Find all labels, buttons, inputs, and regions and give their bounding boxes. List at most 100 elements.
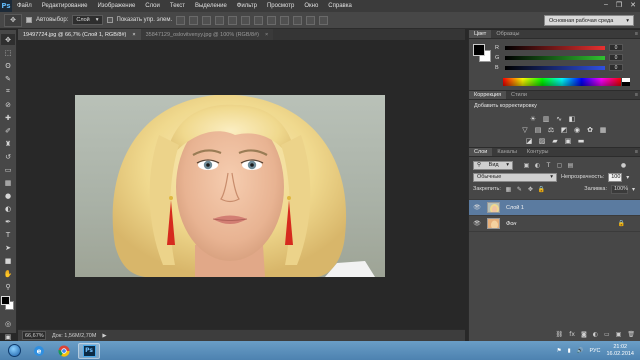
- channel-r-value[interactable]: 0: [609, 44, 623, 51]
- type-tool-icon[interactable]: T: [1, 229, 15, 240]
- color-balance-icon[interactable]: ⚖: [547, 126, 555, 134]
- tab-swatches[interactable]: Образцы: [491, 30, 524, 38]
- close-icon[interactable]: ✕: [630, 1, 636, 9]
- menu-filter[interactable]: Фильтр: [232, 3, 262, 9]
- link-layers-icon[interactable]: ⛓: [556, 331, 564, 338]
- tab-paths[interactable]: Контуры: [522, 148, 554, 156]
- filter-shape-icon[interactable]: ▢: [556, 162, 563, 169]
- foreground-color-swatch[interactable]: [473, 44, 485, 56]
- filter-smart-icon[interactable]: ▤: [567, 162, 574, 169]
- new-adjustment-icon[interactable]: ◐: [593, 331, 598, 338]
- tab-styles[interactable]: Стили: [506, 91, 532, 99]
- gradient-map-icon[interactable]: ▬: [577, 137, 585, 145]
- clone-stamp-tool-icon[interactable]: ♜: [1, 138, 15, 149]
- color-lookup-icon[interactable]: ▦: [599, 126, 607, 134]
- layer-style-icon[interactable]: fx: [569, 331, 575, 338]
- new-layer-icon[interactable]: ▣: [616, 331, 622, 338]
- invert-icon[interactable]: ◪: [525, 137, 533, 145]
- brightness-contrast-icon[interactable]: ☀: [529, 115, 537, 123]
- language-indicator[interactable]: РУС: [589, 348, 600, 354]
- panel-menu-icon[interactable]: ≡: [635, 148, 640, 156]
- menu-image[interactable]: Изображение: [92, 3, 140, 9]
- filter-toggle-icon[interactable]: ●: [620, 162, 627, 169]
- tab-color[interactable]: Цвет: [469, 30, 492, 38]
- tab-channels[interactable]: Каналы: [492, 148, 522, 156]
- levels-icon[interactable]: ▥: [542, 115, 550, 123]
- layer-row-background[interactable]: 👁 Фон 🔒: [469, 216, 640, 232]
- taskbar-ie[interactable]: e: [28, 343, 50, 359]
- autoselect-dropdown[interactable]: Слой ▾: [72, 15, 103, 25]
- healing-tool-icon[interactable]: ✚: [1, 112, 15, 123]
- slider-b[interactable]: B 0: [495, 64, 623, 71]
- delete-layer-icon[interactable]: 🗑: [627, 331, 635, 338]
- clock[interactable]: 21:02 16.02.2014: [606, 344, 634, 357]
- distribute-bottom-icon[interactable]: [280, 15, 290, 25]
- filter-type-icon[interactable]: T: [545, 162, 552, 169]
- flag-icon[interactable]: ⚑: [557, 348, 562, 354]
- foreground-color-swatch[interactable]: [1, 296, 10, 305]
- lock-all-icon[interactable]: 🔒: [538, 186, 545, 193]
- color-spectrum[interactable]: [503, 78, 621, 86]
- blur-tool-icon[interactable]: ●: [1, 190, 15, 201]
- quick-mask-icon[interactable]: ◎: [1, 318, 15, 329]
- channel-mixer-icon[interactable]: ✿: [586, 126, 594, 134]
- menu-window[interactable]: Окно: [299, 3, 323, 9]
- hue-saturation-icon[interactable]: ▤: [534, 126, 542, 134]
- color-fg-bg[interactable]: [473, 44, 493, 64]
- document-image[interactable]: [75, 95, 385, 277]
- photoshop-logo[interactable]: Ps: [0, 0, 12, 12]
- canvas-area[interactable]: [18, 40, 465, 327]
- distribute-right-icon[interactable]: [319, 15, 329, 25]
- taskbar-photoshop[interactable]: Ps: [78, 342, 100, 359]
- lock-pixels-icon[interactable]: ✎: [516, 186, 523, 193]
- slider-r[interactable]: R 0: [495, 44, 623, 51]
- workspace-dropdown[interactable]: Основная рабочая среда ▾: [544, 15, 634, 26]
- brush-tool-icon[interactable]: ✐: [1, 125, 15, 136]
- curves-icon[interactable]: ∿: [555, 115, 563, 123]
- zoom-field[interactable]: 66,67%: [22, 331, 46, 340]
- menu-file[interactable]: Файл: [12, 3, 37, 9]
- menu-edit[interactable]: Редактирование: [37, 3, 93, 9]
- align-hcenter-icon[interactable]: [228, 15, 238, 25]
- tab-layers[interactable]: Слои: [469, 148, 493, 156]
- shape-tool-icon[interactable]: ■: [1, 255, 15, 266]
- path-select-tool-icon[interactable]: ➤: [1, 242, 15, 253]
- eraser-tool-icon[interactable]: ▭: [1, 164, 15, 175]
- distribute-hcenter-icon[interactable]: [306, 15, 316, 25]
- quick-select-tool-icon[interactable]: ✎: [1, 73, 15, 84]
- eye-icon[interactable]: 👁: [473, 204, 481, 211]
- crop-tool-icon[interactable]: ⌗: [1, 86, 15, 97]
- zoom-tool-icon[interactable]: ⚲: [1, 281, 15, 292]
- fill-input[interactable]: 100%: [610, 184, 628, 194]
- gradient-tool-icon[interactable]: ▦: [1, 177, 15, 188]
- doc-tab-inactive[interactable]: 35847129_oslovitvenyy.jpg @ 100% (RGB/8#…: [140, 29, 274, 40]
- color-swatches[interactable]: [1, 296, 15, 312]
- volume-icon[interactable]: 🔊: [577, 348, 584, 354]
- selective-color-icon[interactable]: ▣: [564, 137, 572, 145]
- layer-name[interactable]: Слой 1: [506, 205, 524, 211]
- channel-b-value[interactable]: 0: [609, 64, 623, 71]
- autoselect-checkbox[interactable]: [26, 17, 32, 23]
- eyedropper-tool-icon[interactable]: ⊘: [1, 99, 15, 110]
- lasso-tool-icon[interactable]: ʘ: [1, 60, 15, 71]
- tool-preset-picker[interactable]: ✥: [4, 13, 22, 27]
- marquee-tool-icon[interactable]: ⬚: [1, 47, 15, 58]
- slider-g[interactable]: G 0: [495, 54, 623, 61]
- filter-pixel-icon[interactable]: ▣: [523, 162, 530, 169]
- menu-help[interactable]: Справка: [323, 3, 357, 9]
- align-right-icon[interactable]: [241, 15, 251, 25]
- show-controls-checkbox[interactable]: [106, 17, 113, 23]
- layer-name[interactable]: Фон: [506, 221, 516, 227]
- lock-position-icon[interactable]: ✥: [527, 186, 534, 193]
- blend-mode-dropdown[interactable]: Обычные ▾: [473, 172, 557, 182]
- move-tool-icon[interactable]: ✥: [1, 34, 15, 45]
- distribute-top-icon[interactable]: [254, 15, 264, 25]
- opacity-input[interactable]: 100: [608, 172, 623, 182]
- black-white-icon[interactable]: ◩: [560, 126, 568, 134]
- black-white-ramp[interactable]: [622, 78, 630, 86]
- lock-transparent-icon[interactable]: ▦: [505, 186, 512, 193]
- chevron-down-icon[interactable]: ▾: [632, 186, 635, 193]
- align-vcenter-icon[interactable]: [189, 15, 199, 25]
- distribute-vcenter-icon[interactable]: [267, 15, 277, 25]
- menu-view[interactable]: Просмотр: [262, 3, 299, 9]
